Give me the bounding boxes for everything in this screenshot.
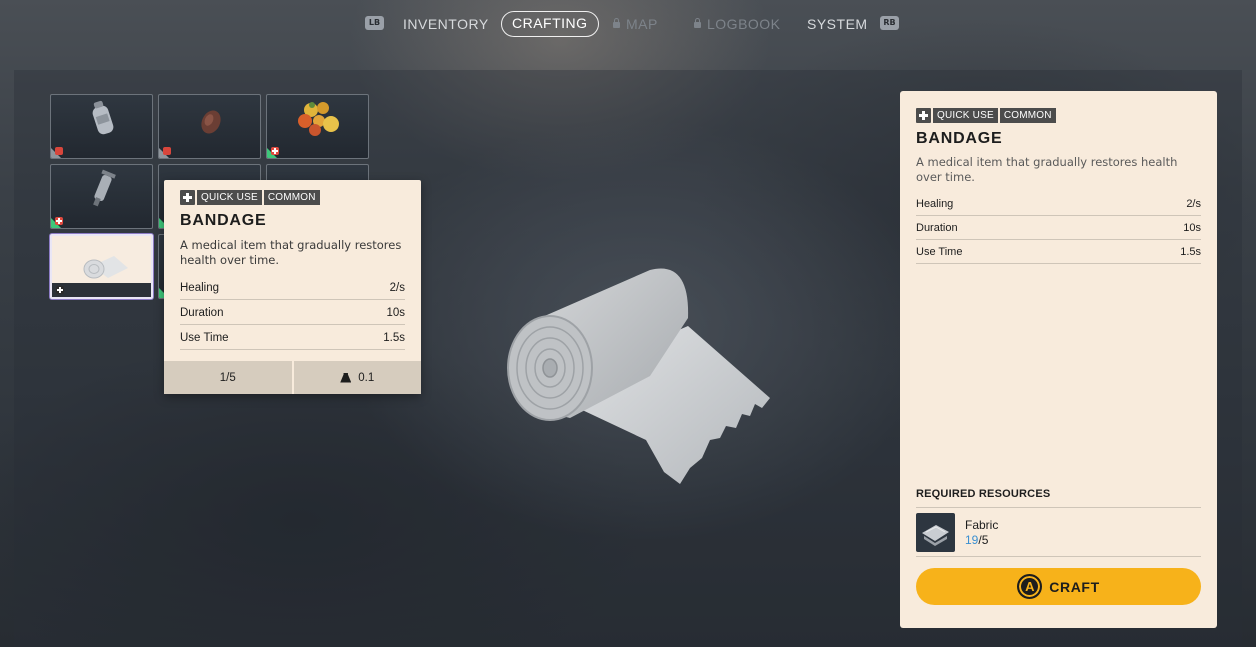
inventory-slot-bottle[interactable] <box>50 94 153 159</box>
medical-cross-icon <box>916 108 931 123</box>
stat-row-healing: Healing 2/s <box>916 192 1201 216</box>
item-tooltip: QUICK USE COMMON BANDAGE A medical item … <box>164 180 421 394</box>
stat-label: Use Time <box>180 331 229 344</box>
tag-rarity: COMMON <box>999 108 1056 123</box>
detail-tags: QUICK USE COMMON <box>916 108 1056 123</box>
stat-value: 10s <box>386 306 405 319</box>
syringe-icon <box>93 169 116 207</box>
medical-badge-icon <box>56 286 64 294</box>
stat-row-use-time: Use Time 1.5s <box>180 326 405 350</box>
item-name: BANDAGE <box>180 212 267 229</box>
tag-quick-use: QUICK USE <box>933 108 998 123</box>
stat-row-use-time: Use Time 1.5s <box>916 240 1201 264</box>
inventory-slot-bandage[interactable] <box>50 234 153 299</box>
item-weight: 0.1 <box>294 361 422 394</box>
resource-count: 19/5 <box>965 533 988 547</box>
meat-icon <box>201 110 221 134</box>
stat-row-duration: Duration 10s <box>180 301 405 325</box>
stat-label: Healing <box>916 197 954 210</box>
stat-label: Healing <box>180 281 219 294</box>
inventory-slot-fruit[interactable] <box>266 94 369 159</box>
item-tags: QUICK USE COMMON <box>180 190 320 205</box>
tab-system[interactable]: SYSTEM <box>807 11 868 37</box>
resource-row-fabric: Fabric 19/5 <box>916 513 1201 557</box>
food-badge-icon <box>55 147 63 155</box>
top-navigation: LB INVENTORY CRAFTING MAP LOGBOOK SYSTEM… <box>0 0 1256 48</box>
bottle-icon <box>92 100 114 135</box>
tab-inventory[interactable]: INVENTORY <box>403 11 489 37</box>
lb-button-icon[interactable]: LB <box>365 16 384 30</box>
bandage-preview-model <box>507 268 770 484</box>
tab-crafting[interactable]: CRAFTING <box>501 11 599 37</box>
tab-logbook-label: LOGBOOK <box>707 16 781 32</box>
lock-icon <box>694 18 701 28</box>
medical-cross-icon <box>180 190 195 205</box>
tab-logbook[interactable]: LOGBOOK <box>694 11 781 37</box>
stat-row-healing: Healing 2/s <box>180 276 405 300</box>
tooltip-footer: 1/5 0.1 <box>164 361 421 394</box>
resource-name: Fabric <box>965 518 999 532</box>
detail-item-name: BANDAGE <box>916 130 1003 147</box>
craft-button[interactable]: A CRAFT <box>916 568 1201 605</box>
stat-value: 2/s <box>1186 197 1201 210</box>
required-resources-heading: REQUIRED RESOURCES <box>916 488 1201 508</box>
resource-need: /5 <box>978 533 989 547</box>
tab-map[interactable]: MAP <box>613 11 658 37</box>
rb-button-icon[interactable]: RB <box>880 16 899 30</box>
item-detail-panel: QUICK USE COMMON BANDAGE A medical item … <box>900 91 1217 628</box>
stat-label: Duration <box>916 221 958 234</box>
weight-icon <box>340 372 352 383</box>
medical-badge-icon <box>271 147 279 155</box>
a-button-icon: A <box>1017 574 1043 599</box>
food-badge-icon <box>163 147 171 155</box>
stack-count: 1/5 <box>164 361 294 394</box>
inventory-slot-syringe[interactable] <box>50 164 153 229</box>
craft-button-label: CRAFT <box>1049 578 1100 595</box>
fruit-icon <box>298 102 339 136</box>
inventory-slot-meat[interactable] <box>158 94 261 159</box>
stat-label: Duration <box>180 306 224 319</box>
tag-quick-use: QUICK USE <box>197 190 262 205</box>
item-description: A medical item that gradually restores h… <box>180 238 402 267</box>
stat-label: Use Time <box>916 245 963 258</box>
stat-value: 10s <box>1183 221 1201 234</box>
slot-footer-strip <box>52 283 151 297</box>
stat-value: 1.5s <box>1180 245 1201 258</box>
stack-count-value: 1/5 <box>219 371 236 384</box>
item-weight-value: 0.1 <box>358 371 375 384</box>
stat-value: 1.5s <box>383 331 405 344</box>
tag-rarity: COMMON <box>263 190 320 205</box>
fabric-icon <box>916 513 955 552</box>
tab-map-label: MAP <box>626 16 658 32</box>
stat-row-duration: Duration 10s <box>916 216 1201 240</box>
resource-have: 19 <box>965 533 979 547</box>
detail-item-description: A medical item that gradually restores h… <box>916 155 1178 184</box>
stat-value: 2/s <box>389 281 405 294</box>
lock-icon <box>613 18 620 28</box>
medical-badge-icon <box>55 217 63 225</box>
